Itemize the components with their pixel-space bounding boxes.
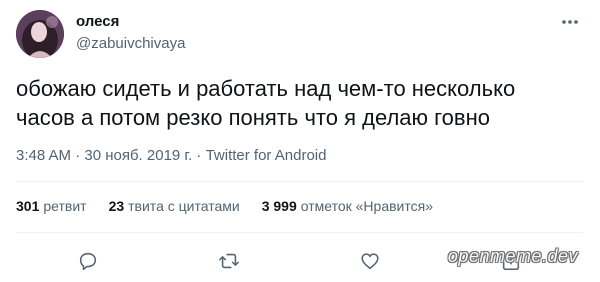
- retweets-stat[interactable]: 301 ретвит: [16, 198, 87, 214]
- avatar-photo: [16, 10, 64, 58]
- quotes-label: твита с цитатами: [128, 198, 240, 214]
- avatar[interactable]: [16, 10, 64, 58]
- divider: [16, 232, 584, 233]
- retweet-button[interactable]: [214, 246, 244, 276]
- watermark: openmeme.dev: [447, 246, 578, 266]
- reply-icon: [79, 252, 97, 271]
- tweet-meta: 3:48 AM · 30 нояб. 2019 г. · Twitter for…: [16, 147, 326, 164]
- likes-stat[interactable]: 3 999 отметок «Нравится»: [262, 198, 433, 214]
- more-options-button[interactable]: [558, 12, 582, 32]
- tweet-source[interactable]: Twitter for Android: [206, 147, 327, 164]
- author-name[interactable]: олеся: [76, 13, 119, 30]
- quotes-stat[interactable]: 23 твита с цитатами: [109, 198, 240, 214]
- reply-button[interactable]: [73, 246, 103, 276]
- divider: [16, 181, 584, 182]
- retweet-icon: [219, 253, 239, 269]
- like-button[interactable]: [355, 246, 385, 276]
- likes-label: отметок «Нравится»: [300, 198, 433, 214]
- more-dots-icon: [562, 20, 578, 24]
- heart-icon: [361, 253, 379, 270]
- retweets-count: 301: [16, 198, 40, 214]
- retweets-label: ретвит: [43, 198, 87, 214]
- author-handle[interactable]: @zabuivchivaya: [76, 35, 185, 52]
- tweet-text: обожаю сидеть и работать над чем-то неск…: [16, 76, 516, 130]
- quotes-count: 23: [108, 198, 125, 214]
- tweet-stats: 301 ретвит 23 твита с цитатами 3 999 отмето…: [16, 198, 433, 214]
- tweet-timestamp[interactable]: 3:48 AM · 30 нояб. 2019 г. ·: [16, 147, 206, 164]
- likes-count: 3 999: [261, 198, 297, 214]
